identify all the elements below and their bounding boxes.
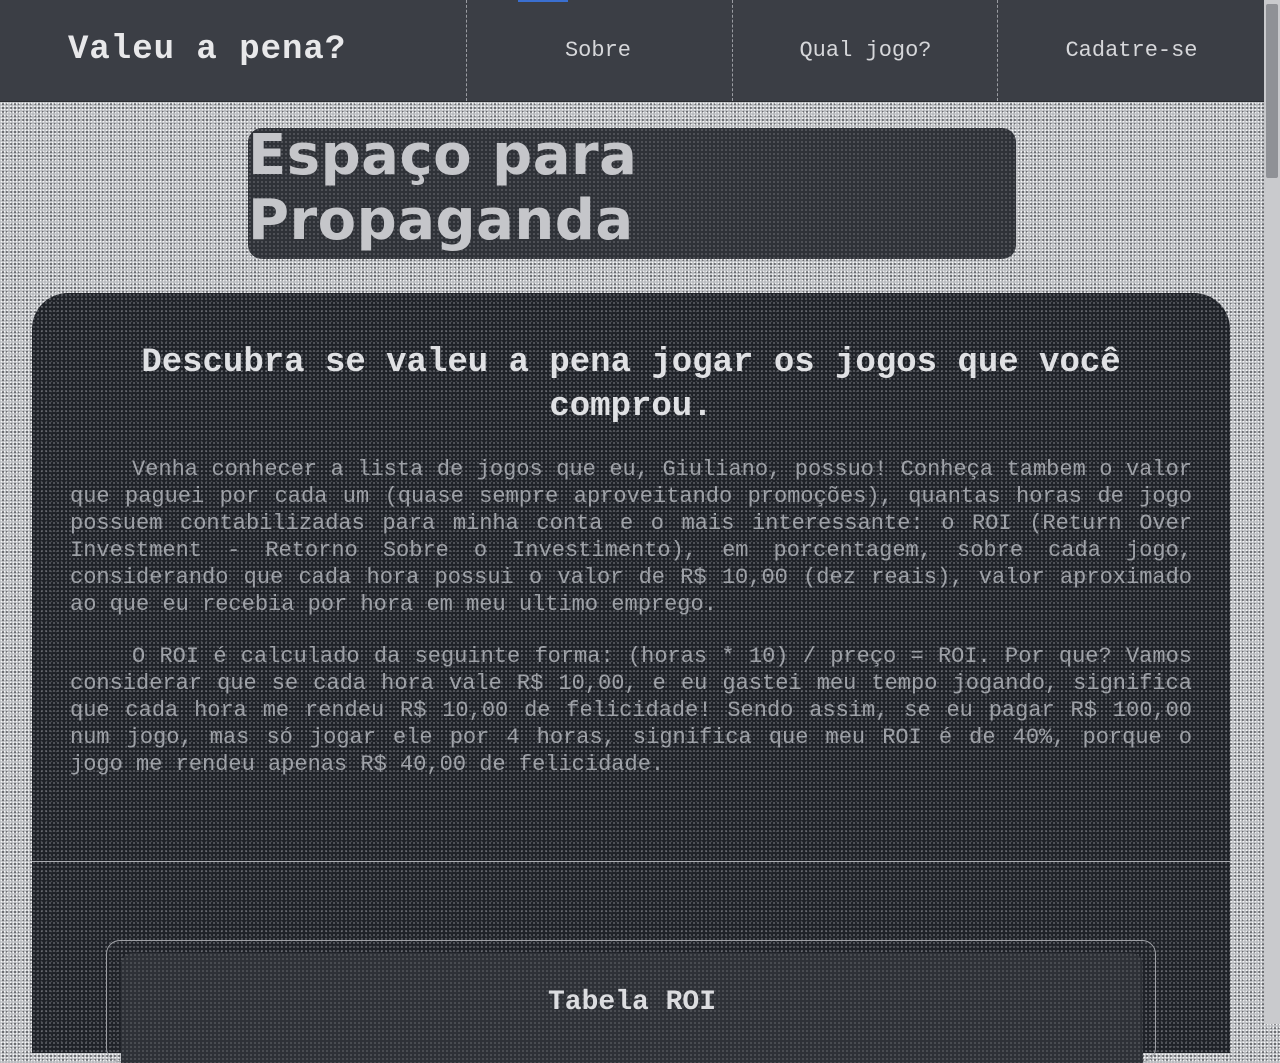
nav-item-cadastre-se[interactable]: Cadatre-se — [997, 0, 1265, 101]
intro-paragraph: Venha conhecer a lista de jogos que eu, … — [70, 457, 1192, 617]
roi-table-header: Tabela ROI — [121, 953, 1143, 1063]
nav-item-label: Cadatre-se — [1065, 38, 1198, 63]
scrollbar-thumb[interactable] — [1266, 4, 1278, 178]
roi-explanation-paragraph: O ROI é calculado da seguinte forma: (ho… — [70, 644, 1192, 777]
main-content-panel: Descubra se valeu a pena jogar os jogos … — [32, 293, 1230, 1063]
nav-item-label: Sobre — [564, 38, 631, 63]
roi-table-section: Tabela ROI — [106, 940, 1156, 1063]
ad-banner: Espaço para Propaganda — [248, 123, 1016, 259]
page-headline: Descubra se valeu a pena jogar os jogos … — [141, 344, 1121, 426]
roi-table-title: Tabela ROI — [547, 987, 717, 1018]
top-navbar: Valeu a pena? Sobre Qual jogo? Cadatre-s… — [0, 0, 1264, 102]
section-divider — [32, 861, 1230, 862]
page-scrollbar[interactable] — [1264, 0, 1280, 1024]
nav-item-label: Qual jogo? — [799, 38, 932, 63]
nav-item-sobre[interactable]: Sobre — [466, 0, 733, 101]
nav-item-qual-jogo[interactable]: Qual jogo? — [732, 0, 998, 101]
ad-banner-text: Espaço para Propaganda — [248, 122, 638, 253]
site-title[interactable]: Valeu a pena? — [68, 30, 346, 70]
